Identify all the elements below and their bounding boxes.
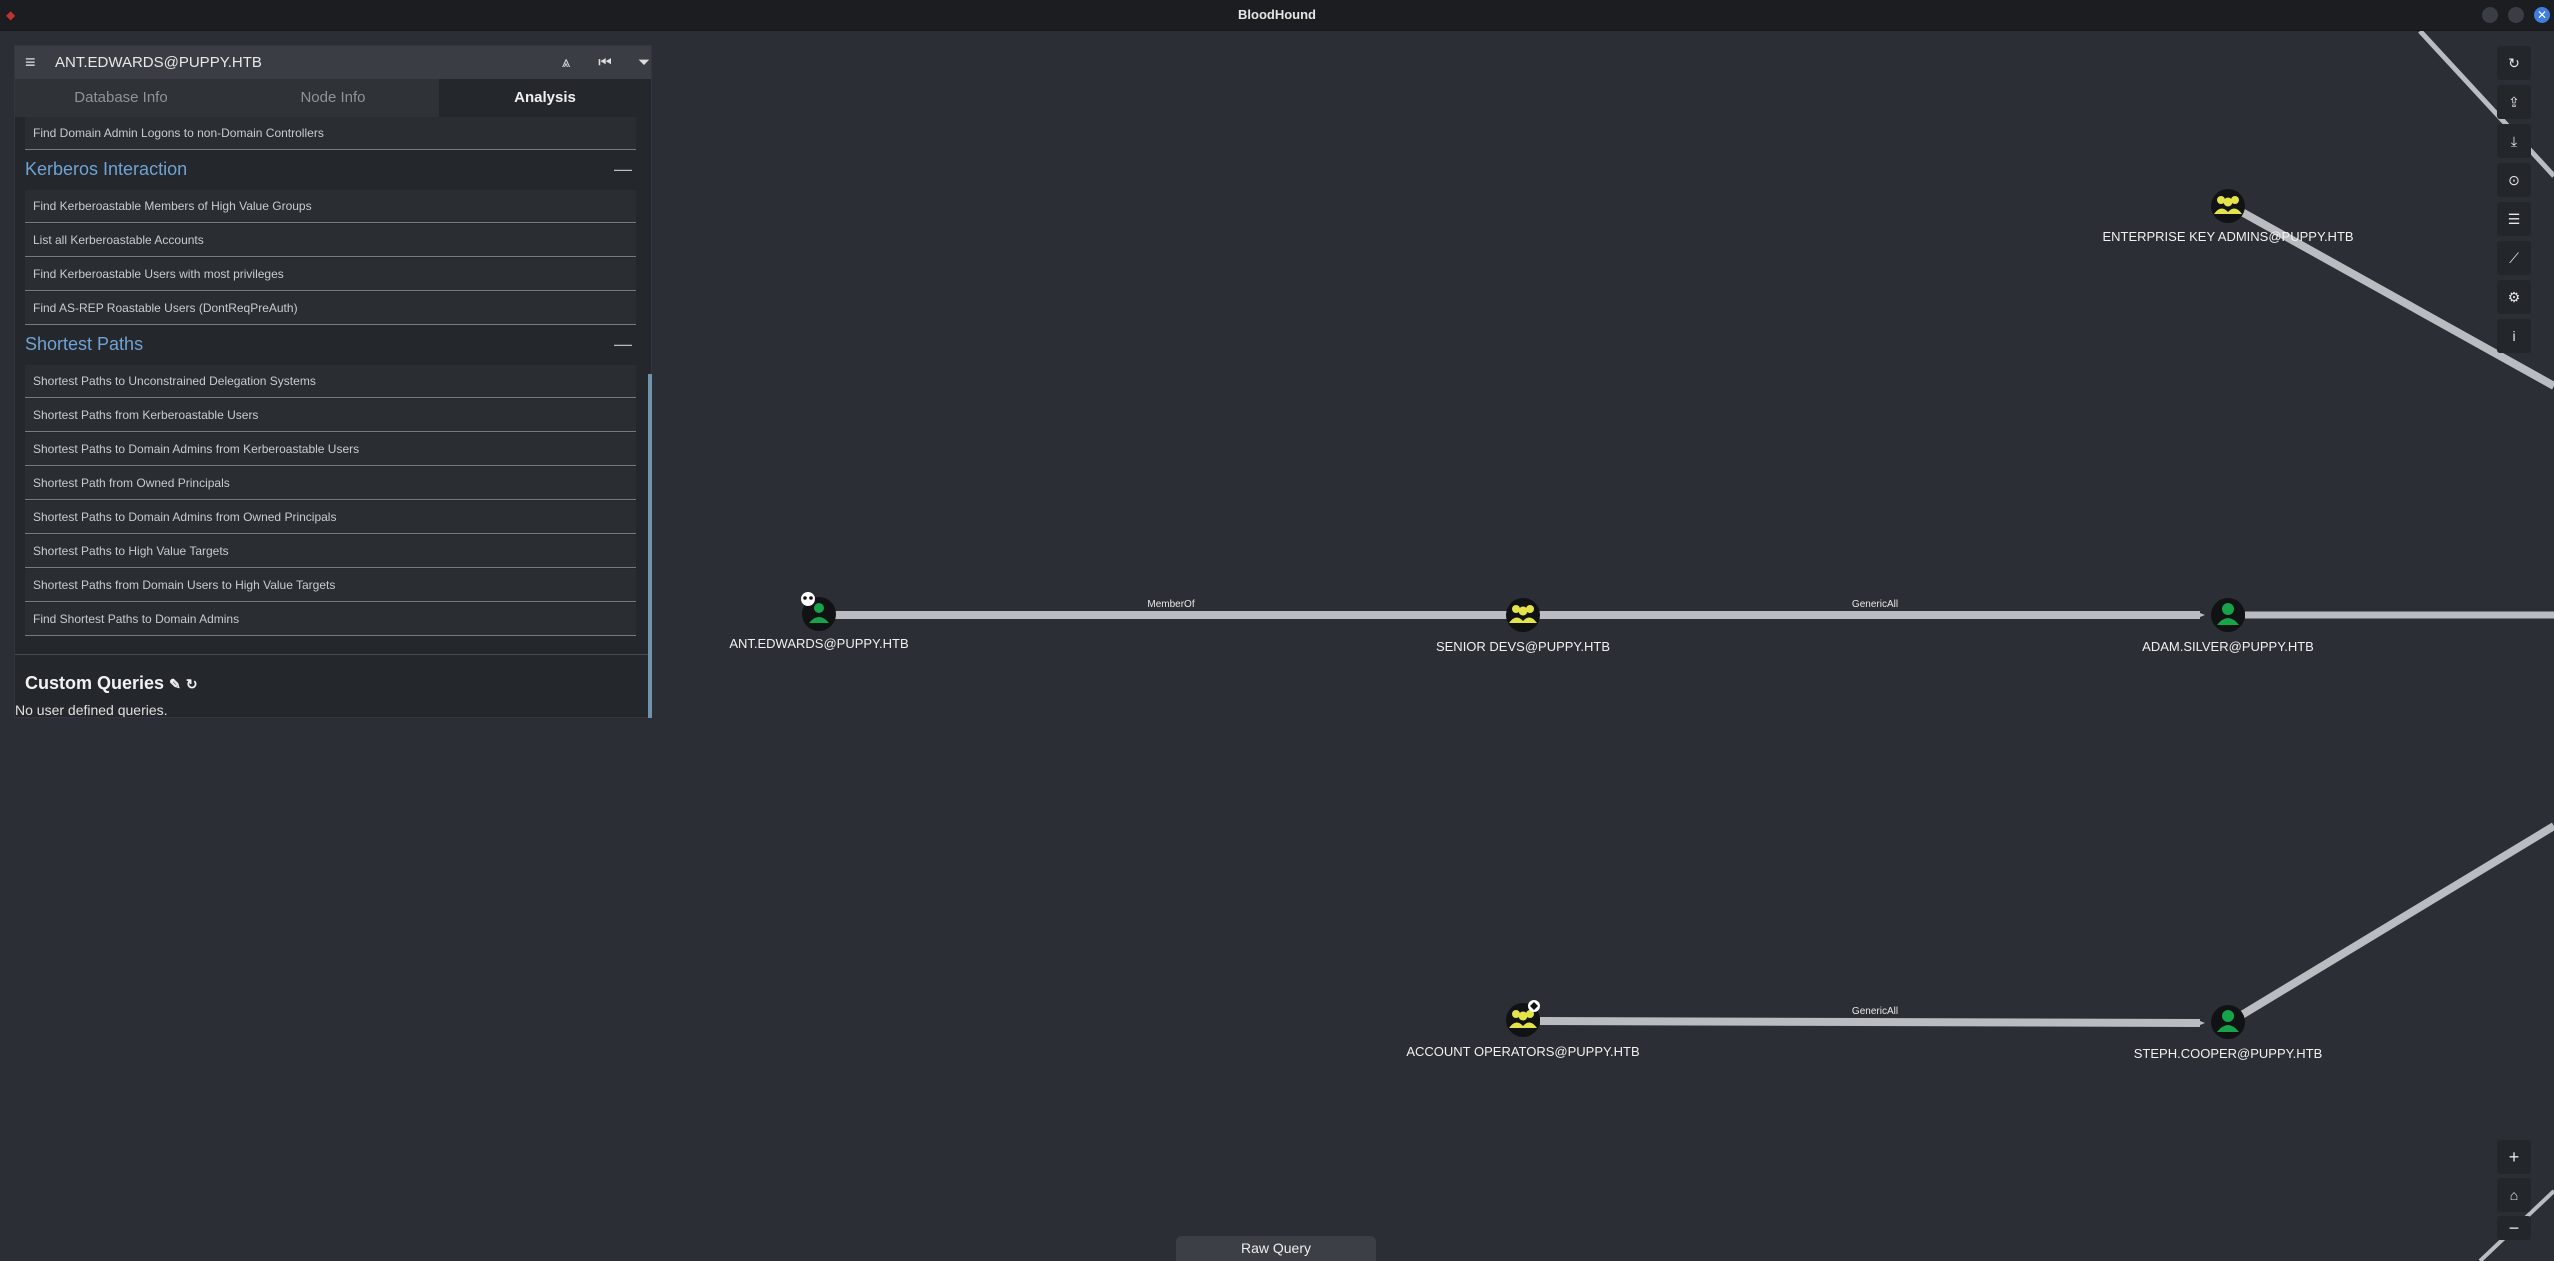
filter-icon[interactable]: ⏷	[632, 51, 656, 75]
query-item[interactable]: Shortest Paths from Domain Users to High…	[25, 569, 636, 602]
edge-genericall-accops-steph[interactable]	[1539, 1017, 2201, 1027]
pathfinding-road-icon[interactable]: ⩓	[554, 51, 578, 75]
node-label-steph-cooper: STEPH.COOPER@PUPPY.HTB	[2133, 1046, 2323, 1061]
window-titlebar: ◆ BloodHound ✕	[0, 0, 2554, 31]
upload-icon[interactable]: ⇪	[2497, 85, 2531, 119]
node-label-senior-devs: SENIOR DEVS@PUPPY.HTB	[1435, 639, 1611, 654]
edge-label-genericall-2: GenericAll	[1851, 1006, 1899, 1017]
search-panel: ≡ ANT.EDWARDS@PUPPY.HTB ⩓ ⏮ ⏷ Database I…	[14, 45, 652, 718]
zoom-in-button[interactable]: +	[2497, 1140, 2531, 1174]
edge-steph-offscreen[interactable]	[2237, 822, 2554, 1020]
minimize-button[interactable]	[2482, 7, 2498, 23]
node-label-ant-edwards: ANT.EDWARDS@PUPPY.HTB	[729, 636, 909, 651]
owned-skull-icon	[801, 592, 815, 606]
query-item[interactable]: Find Domain Admin Logons to non-Domain C…	[25, 117, 636, 150]
query-item[interactable]: Find Shortest Paths to Domain Admins	[25, 603, 636, 636]
query-item[interactable]: Shortest Paths from Kerberoastable Users	[25, 399, 636, 432]
edge-label-genericall-1: GenericAll	[1851, 599, 1899, 610]
no-queries-text: No user defined queries.	[15, 702, 168, 717]
tab-node-info[interactable]: Node Info	[227, 79, 439, 117]
export-icon[interactable]: ⊙	[2497, 163, 2531, 197]
refresh-icon[interactable]: ↻	[186, 676, 198, 692]
close-button[interactable]: ✕	[2534, 7, 2550, 23]
chart-icon[interactable]: ⟋	[2497, 241, 2531, 275]
refresh-icon[interactable]: ↻	[2497, 46, 2531, 80]
query-item[interactable]: Shortest Path from Owned Principals	[25, 467, 636, 500]
query-item[interactable]: Shortest Paths to Unconstrained Delegati…	[25, 365, 636, 398]
query-item[interactable]: Find AS-REP Roastable Users (DontReqPreA…	[25, 292, 636, 325]
divider	[15, 654, 651, 655]
collapse-icon[interactable]: —	[614, 329, 632, 359]
node-enterprise-key-admins[interactable]	[2211, 189, 2245, 223]
tab-database-info[interactable]: Database Info	[15, 79, 227, 117]
info-icon[interactable]: i	[2497, 319, 2531, 353]
section-shortest-paths[interactable]: Shortest Paths —	[25, 329, 636, 359]
section-title: Shortest Paths	[25, 334, 144, 354]
high-value-diamond-icon	[1528, 1000, 1540, 1012]
query-item[interactable]: List all Kerberoastable Accounts	[25, 224, 636, 257]
search-header: ≡ ANT.EDWARDS@PUPPY.HTB ⩓ ⏮ ⏷	[15, 46, 651, 79]
query-item[interactable]: Shortest Paths to Domain Admins from Own…	[25, 501, 636, 534]
node-account-operators[interactable]	[1506, 1000, 1540, 1037]
analysis-list[interactable]: Find Domain Admin Logons to non-Domain C…	[15, 117, 651, 717]
collapse-icon[interactable]: —	[614, 154, 632, 184]
list-icon[interactable]: ☰	[2497, 202, 2531, 236]
query-item[interactable]: Shortest Paths to High Value Targets	[25, 535, 636, 568]
raw-query-button[interactable]: Raw Query	[1176, 1236, 1376, 1261]
search-input[interactable]: ANT.EDWARDS@PUPPY.HTB	[55, 46, 262, 79]
node-steph-cooper[interactable]	[2211, 1005, 2245, 1039]
edge-offscreen[interactable]	[2418, 31, 2554, 178]
zoom-out-button[interactable]: −	[2497, 1216, 2531, 1240]
query-item[interactable]: Shortest Paths to Domain Admins from Ker…	[25, 433, 636, 466]
tab-analysis[interactable]: Analysis	[439, 79, 651, 117]
home-icon[interactable]: ⌂	[2497, 1178, 2531, 1212]
back-icon[interactable]: ⏮	[593, 51, 617, 75]
maximize-button[interactable]	[2508, 7, 2524, 23]
custom-queries-title: Custom Queries	[25, 673, 165, 693]
node-ant-edwards[interactable]	[801, 592, 836, 631]
node-label-account-operators: ACCOUNT OPERATORS@PUPPY.HTB	[1406, 1044, 1640, 1059]
node-senior-devs[interactable]	[1506, 598, 1540, 632]
section-title: Kerberos Interaction	[25, 159, 188, 179]
settings-icon[interactable]: ⚙	[2497, 280, 2531, 314]
query-item[interactable]: Find Kerberoastable Users with most priv…	[25, 258, 636, 291]
custom-queries-header: Custom Queries ✎ ↻	[25, 673, 198, 694]
node-label-enterprise-key-admins: ENTERPRISE KEY ADMINS@PUPPY.HTB	[2102, 229, 2354, 244]
hamburger-menu-icon[interactable]: ≡	[25, 52, 45, 72]
node-adam-silver[interactable]	[2211, 598, 2245, 632]
edit-pencil-icon[interactable]: ✎	[169, 676, 181, 692]
download-icon[interactable]: ⤓	[2497, 124, 2531, 158]
panel-tabs: Database Info Node Info Analysis	[15, 79, 651, 117]
edge-label-memberof: MemberOf	[1147, 599, 1195, 610]
query-item[interactable]: Find Kerberoastable Members of High Valu…	[25, 190, 636, 223]
section-kerberos[interactable]: Kerberos Interaction —	[25, 154, 636, 184]
panel-scrollbar[interactable]	[648, 374, 652, 718]
node-label-adam-silver: ADAM.SILVER@PUPPY.HTB	[2142, 639, 2314, 654]
window-title: BloodHound	[1238, 7, 1316, 22]
